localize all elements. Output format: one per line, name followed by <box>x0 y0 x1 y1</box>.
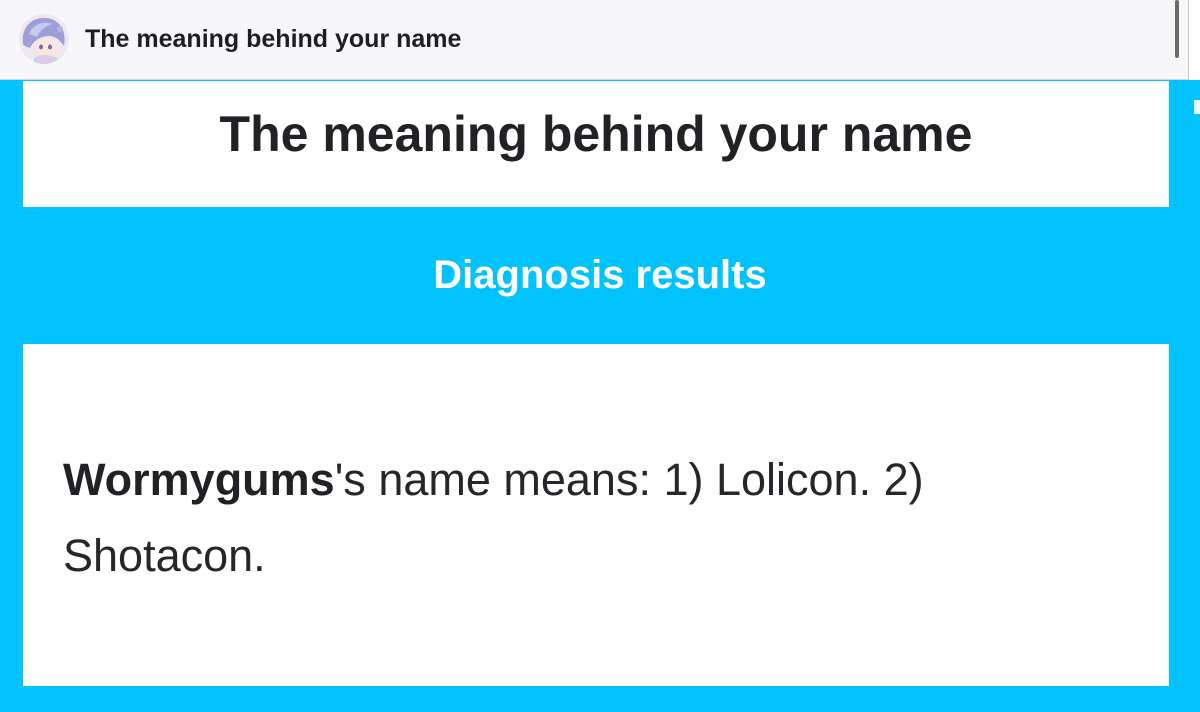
scrollbar-thumb[interactable] <box>1175 0 1179 58</box>
results-heading: Diagnosis results <box>433 253 767 297</box>
page-title: The meaning behind your name <box>219 106 973 162</box>
scrollbar-divider <box>1188 0 1189 80</box>
header-title: The meaning behind your name <box>85 25 462 53</box>
title-card: The meaning behind your name <box>23 81 1169 207</box>
result-card: Wormygums's name means: 1) Lolicon. 2) S… <box>23 344 1169 686</box>
result-text: Wormygums's name means: 1) Lolicon. 2) S… <box>63 442 1103 594</box>
scrollbar[interactable] <box>1188 0 1200 80</box>
anime-avatar-icon <box>19 14 69 64</box>
result-name: Wormygums <box>63 454 335 505</box>
app-header: The meaning behind your name <box>0 0 1188 80</box>
avatar[interactable] <box>19 14 69 64</box>
edge-marker <box>1194 100 1200 114</box>
